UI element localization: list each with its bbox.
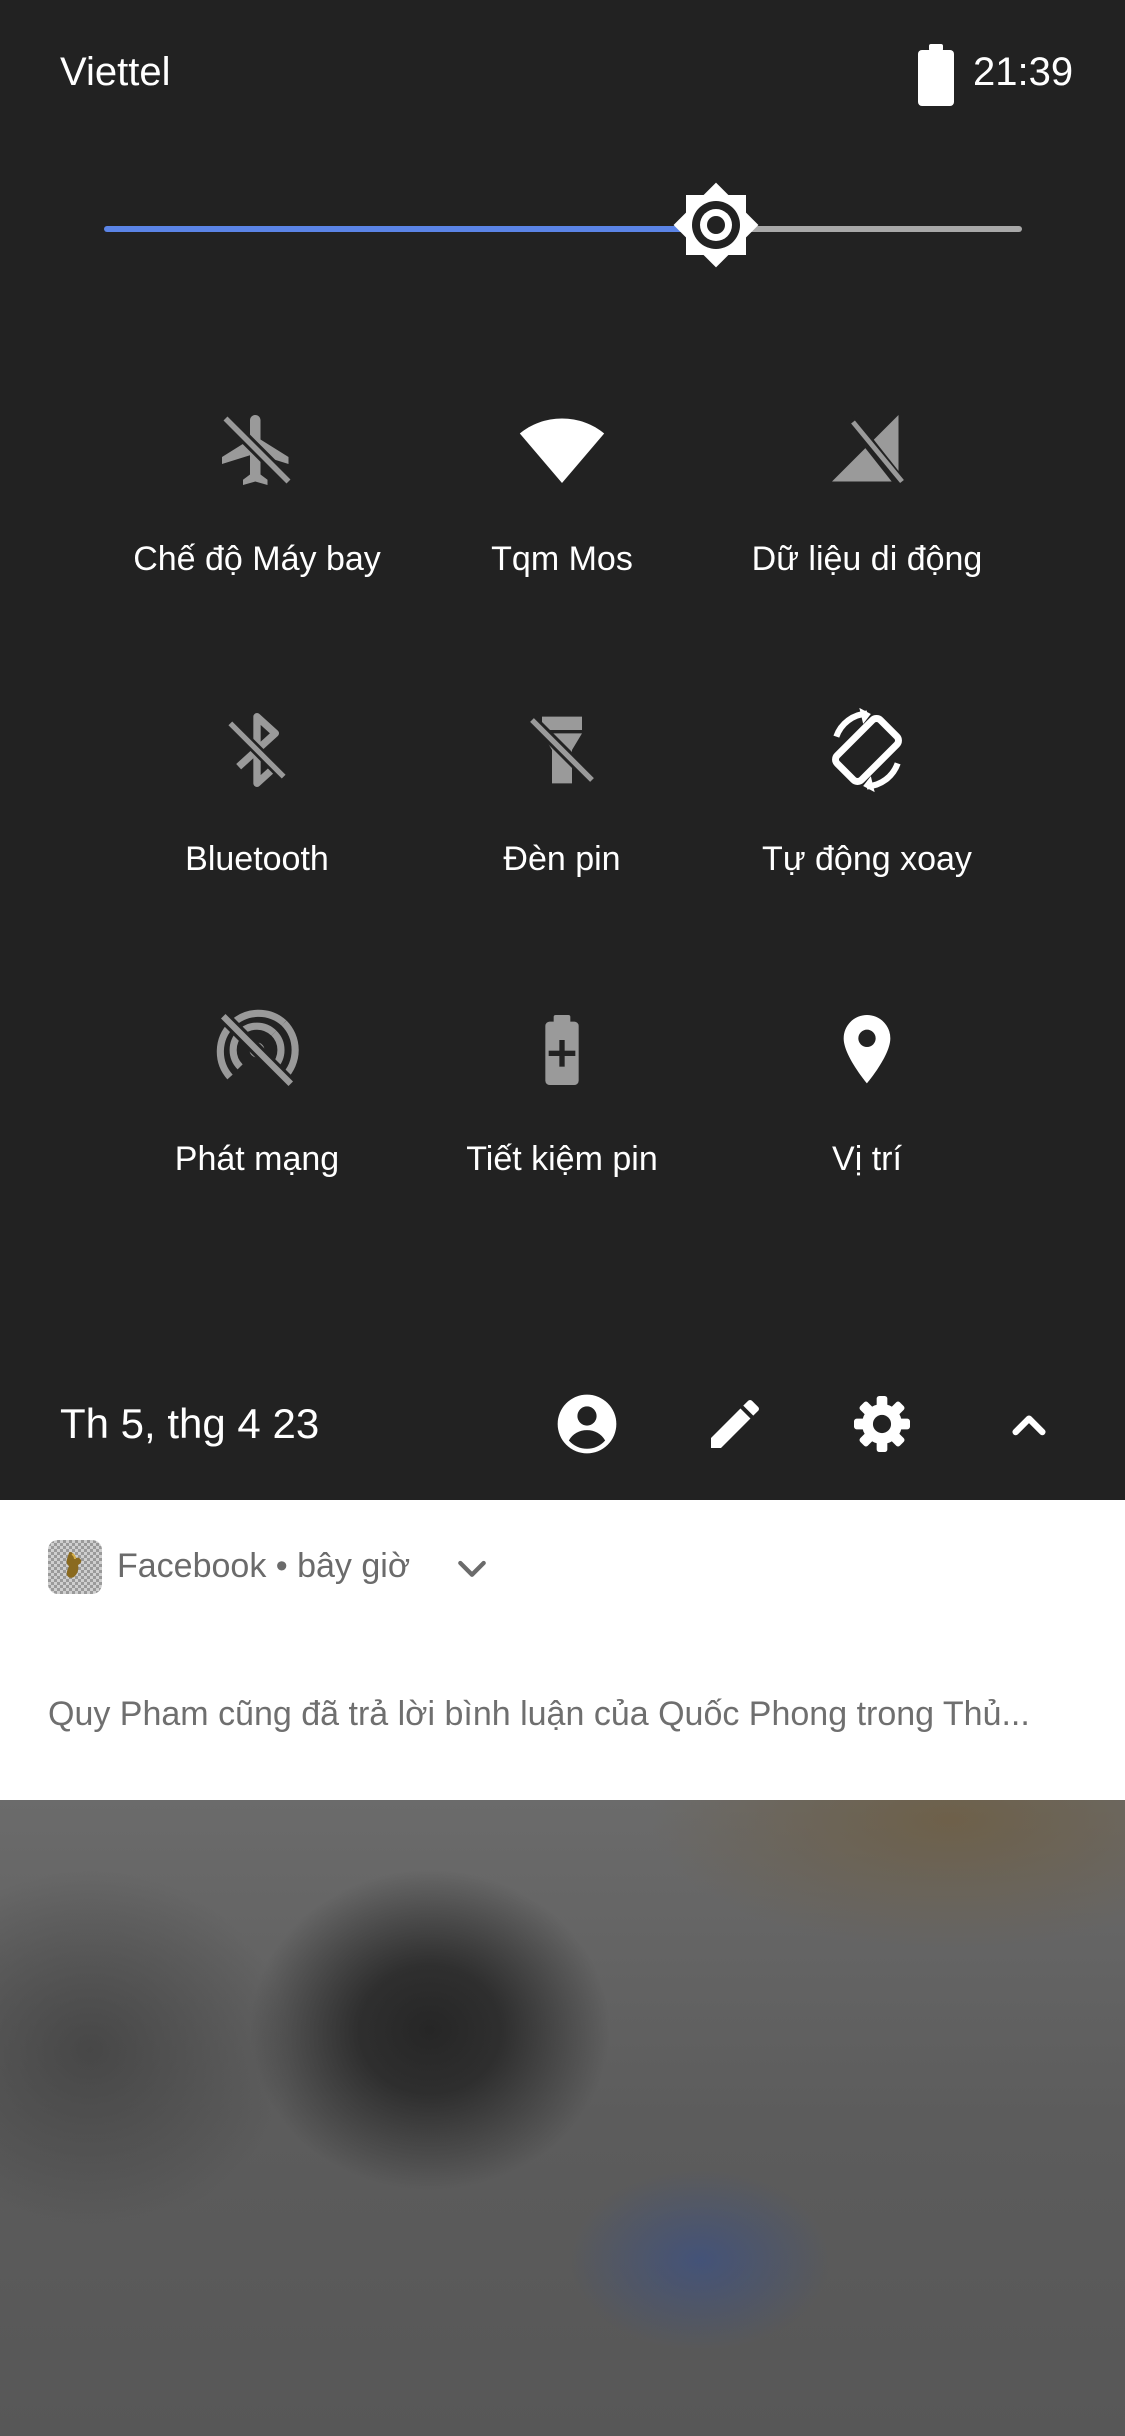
collapse-chevron-up-icon[interactable]	[997, 1392, 1061, 1456]
bluetooth-off-icon	[226, 713, 288, 787]
status-bar: Viettel 21:39	[0, 0, 1125, 150]
wifi-icon	[519, 418, 605, 483]
location-icon	[843, 1015, 891, 1084]
auto-rotate-icon	[832, 707, 902, 793]
battery-icon	[918, 44, 954, 111]
tile-label: Dữ liệu di động	[751, 540, 983, 578]
tile-label: Tiết kiệm pin	[466, 1140, 658, 1178]
user-account-icon[interactable]	[555, 1392, 619, 1456]
date-label: Th 5, thg 4 23	[60, 1400, 320, 1447]
brightness-track-filled	[104, 226, 715, 232]
carrier-name: Viettel	[60, 50, 171, 94]
tile-label: Đèn pin	[503, 840, 621, 878]
settings-gear-icon[interactable]	[850, 1392, 914, 1456]
battery-saver-icon	[545, 1015, 579, 1085]
flashlight-off-icon	[527, 715, 597, 785]
blurred-wallpaper	[0, 1800, 1125, 2436]
tile-label: Tự động xoay	[762, 840, 972, 878]
notification-card[interactable]: Facebook • bây giờ Quy Pham cũng đã trả …	[0, 1500, 1125, 1800]
notification-app-line: Facebook • bây giờ	[117, 1547, 411, 1585]
tile-airplane-mode[interactable]: Chế độ Máy bay	[87, 390, 427, 640]
brightness-icon[interactable]	[664, 173, 768, 282]
tile-wifi[interactable]: Tqm Mos	[392, 390, 732, 640]
airplane-off-icon	[221, 414, 293, 486]
tile-auto-rotate[interactable]: Tự động xoay	[697, 690, 1037, 940]
quick-settings-panel: Viettel 21:39 Chế độ Máy bay Tqm Mos Dữ …	[0, 0, 1125, 1500]
tile-bluetooth[interactable]: Bluetooth	[87, 690, 427, 940]
hotspot-off-icon	[216, 1009, 299, 1089]
tile-flashlight[interactable]: Đèn pin	[392, 690, 732, 940]
tile-label: Phát mạng	[174, 1140, 340, 1178]
tile-label: Bluetooth	[185, 840, 329, 878]
tile-battery-saver[interactable]: Tiết kiệm pin	[392, 990, 732, 1240]
tile-mobile-data[interactable]: Dữ liệu di động	[697, 390, 1037, 640]
quick-settings-footer: Th 5, thg 4 23	[0, 1360, 1125, 1480]
tile-hotspot[interactable]: Phát mạng	[87, 990, 427, 1240]
tile-label: Tqm Mos	[491, 540, 633, 578]
brightness-slider[interactable]	[104, 182, 1022, 268]
mobile-data-off-icon	[832, 414, 907, 489]
notification-body: Quy Pham cũng đã trả lời bình luận của Q…	[48, 1695, 1030, 1733]
tile-label: Chế độ Máy bay	[133, 540, 381, 578]
tile-location[interactable]: Vị trí	[697, 990, 1037, 1240]
facebook-app-icon	[48, 1540, 102, 1594]
tile-label: Vị trí	[832, 1140, 902, 1178]
expand-chevron-down-icon[interactable]	[452, 1548, 492, 1593]
edit-pencil-icon[interactable]	[703, 1392, 767, 1456]
clock: 21:39	[973, 50, 1074, 94]
